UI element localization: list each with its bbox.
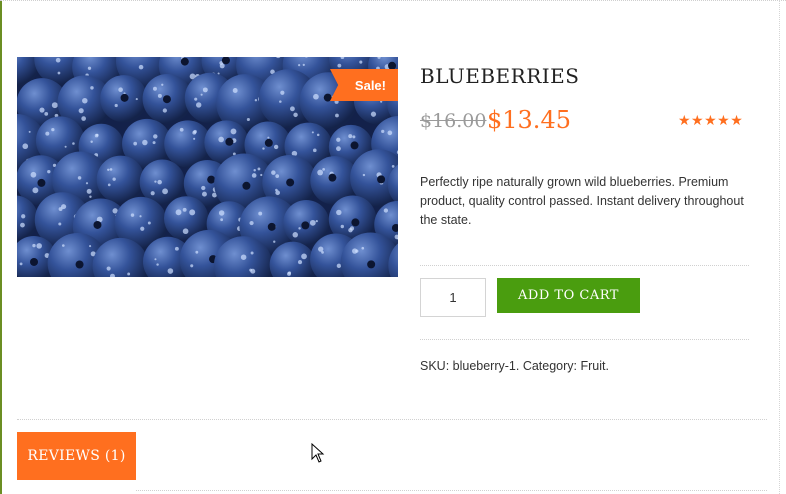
- price-new: $13.45: [487, 106, 571, 134]
- price-old: $16.00: [420, 110, 487, 132]
- top-divider: [0, 0, 786, 1]
- divider-above-tabs: [17, 419, 767, 420]
- product-description: Perfectly ripe naturally grown wild blue…: [420, 175, 744, 227]
- star-rating: ★★★★★: [678, 112, 744, 128]
- product-title: BLUEBERRIES: [420, 64, 580, 88]
- right-divider: [779, 0, 780, 494]
- quantity-input[interactable]: [420, 278, 486, 317]
- product-meta: SKU: blueberry-1. Category: Fruit.: [420, 359, 609, 373]
- divider-below-cart: [420, 339, 749, 340]
- sale-badge: Sale!: [330, 69, 398, 101]
- tab-reviews[interactable]: REVIEWS (1): [17, 432, 136, 480]
- page-left-border: [0, 0, 2, 494]
- tabs-baseline: [136, 490, 767, 491]
- add-to-cart-button[interactable]: ADD TO CART: [497, 278, 640, 313]
- mouse-cursor-icon: [311, 443, 325, 463]
- divider-above-cart: [420, 265, 749, 266]
